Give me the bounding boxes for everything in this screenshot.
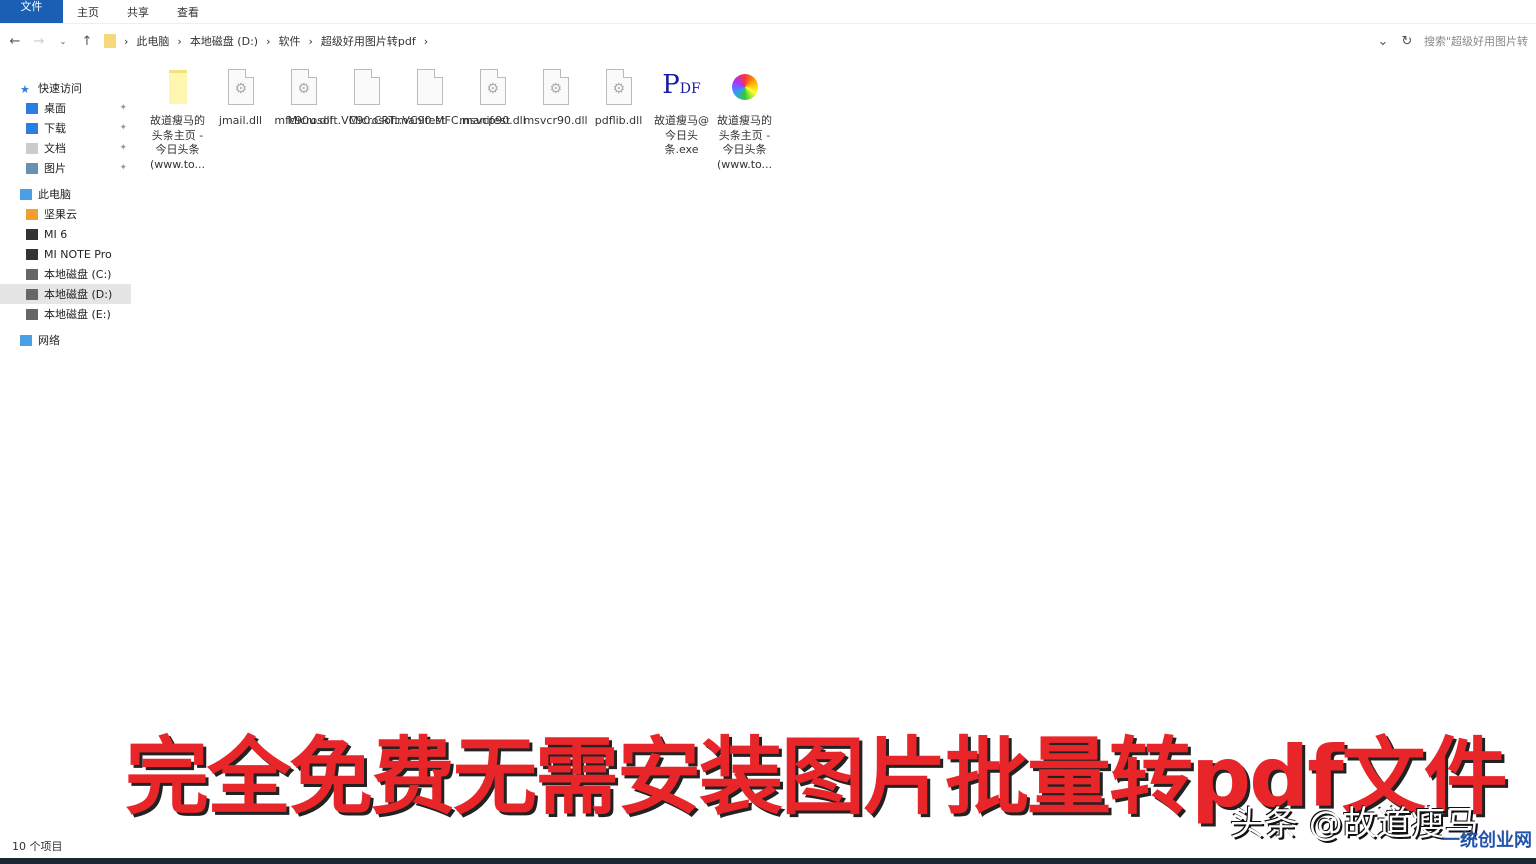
sidebar-item-label: MI NOTE Pro xyxy=(44,247,112,261)
sidebar-item-label: 文档 xyxy=(44,142,66,155)
sidebar-item-label: 桌面 xyxy=(44,102,66,115)
computer-icon xyxy=(20,188,32,200)
search-input[interactable]: 搜索"超级好用图片转pdf" xyxy=(1424,33,1528,49)
file-name: msvcr90.dll xyxy=(523,114,588,127)
sidebar-item-label: 本地磁盘 (E:) xyxy=(44,308,111,321)
star-icon: ★ xyxy=(20,82,30,96)
file-name: jmail.dll xyxy=(218,114,263,127)
file-name: 故道瘦马的头条主页 - 今日头条 (www.to... xyxy=(149,114,206,171)
sidebar-item[interactable]: 本地磁盘 (E:) xyxy=(0,304,131,324)
dll-icon: ⚙ xyxy=(478,68,508,106)
tab-2[interactable]: 共享 xyxy=(113,0,163,23)
up-icon[interactable]: ↑ xyxy=(80,34,94,49)
sidebar-item[interactable]: 网络 xyxy=(0,330,131,350)
shortcut-icon xyxy=(163,68,193,106)
sidebar-item-label: 下载 xyxy=(44,122,66,135)
tab-3[interactable]: 查看 xyxy=(163,0,213,23)
chevron-right-icon: › xyxy=(124,34,129,48)
taskbar xyxy=(0,858,1536,864)
breadcrumb-item[interactable]: 此电脑 xyxy=(136,33,169,49)
file-list: 故道瘦马的头条主页 - 今日头条 (www.to... ⚙ jmail.dll ⚙ mf… xyxy=(146,68,776,172)
network-icon xyxy=(20,334,32,346)
chevron-down-icon[interactable]: ⌄ xyxy=(1376,34,1390,49)
breadcrumb[interactable]: › 此电脑 › 本地磁盘 (D:) › 软件 › 超级好用图片转pdf › xyxy=(104,33,1366,49)
sidebar-item-label: 本地磁盘 (C:) xyxy=(44,268,112,281)
file-icon xyxy=(415,68,445,106)
sidebar-item-label: 网络 xyxy=(38,334,60,347)
site-watermark: 一统创业网 xyxy=(1442,830,1532,851)
sidebar-item[interactable]: ★ 快速访问 xyxy=(0,78,131,98)
recent-dropdown-icon[interactable]: ⌄ xyxy=(56,37,70,46)
chevron-right-icon: › xyxy=(308,34,313,48)
browser-icon xyxy=(730,68,760,106)
sidebar-item[interactable]: 文档 ✦ xyxy=(0,138,131,158)
tab-0[interactable]: 文件 xyxy=(0,0,63,23)
tab-1[interactable]: 主页 xyxy=(63,0,113,23)
drive-icon xyxy=(26,268,38,280)
file-item[interactable]: 故道瘦马的头条主页 - 今日头条 (www.to... xyxy=(713,68,776,172)
navigation-pane: ★ 快速访问桌面 ✦ 下载 ✦ 文档 ✦ 图片 ✦ 此电脑坚果云 MI 6 MI NOTE Pro 本地… xyxy=(0,72,131,350)
chevron-right-icon: › xyxy=(266,34,271,48)
breadcrumb-item[interactable]: 超级好用图片转pdf xyxy=(321,33,416,49)
document-icon xyxy=(26,142,38,154)
breadcrumb-item[interactable]: 软件 xyxy=(278,33,300,49)
sidebar-item-label: 此电脑 xyxy=(38,188,71,201)
file-icon xyxy=(352,68,382,106)
pin-icon: ✦ xyxy=(119,123,127,133)
file-item[interactable]: 故道瘦马的头条主页 - 今日头条 (www.to... xyxy=(146,68,209,172)
sidebar-item[interactable]: 本地磁盘 (C:) xyxy=(0,264,131,284)
sidebar-item[interactable]: 本地磁盘 (D:) xyxy=(0,284,131,304)
sidebar-item-label: 图片 xyxy=(44,162,66,175)
file-name: 故道瘦马@今日头条.exe xyxy=(654,114,709,156)
file-name: msvcp90.dll xyxy=(459,114,526,127)
file-item[interactable]: ⚙ pdflib.dll xyxy=(587,68,650,172)
folder-icon xyxy=(104,34,116,48)
forward-icon[interactable]: → xyxy=(32,34,46,49)
status-item-count: 10 个项目 xyxy=(12,840,63,853)
picture-icon xyxy=(26,162,38,174)
address-bar: ← → ⌄ ↑ › 此电脑 › 本地磁盘 (D:) › 软件 › 超级好用图片转pdf › ⌄ … xyxy=(0,24,1536,58)
desktop-icon xyxy=(26,102,38,114)
sidebar-item-label: 本地磁盘 (D:) xyxy=(44,288,113,301)
file-name: pdflib.dll xyxy=(594,114,643,127)
pin-icon: ✦ xyxy=(119,143,127,153)
sidebar-item[interactable]: 桌面 ✦ xyxy=(0,98,131,118)
pin-icon: ✦ xyxy=(119,163,127,173)
file-item[interactable]: Microsoft.VC90.MFC.manifest xyxy=(349,68,510,172)
sidebar-item[interactable]: MI NOTE Pro xyxy=(0,244,131,264)
sidebar-item-label: MI 6 xyxy=(44,227,68,241)
file-item[interactable]: ⚙ jmail.dll xyxy=(209,68,272,172)
pdf-app-icon: PDF xyxy=(662,70,701,100)
sidebar-item[interactable]: 此电脑 xyxy=(0,184,131,204)
chevron-right-icon: › xyxy=(177,34,182,48)
refresh-icon[interactable]: ↻ xyxy=(1400,34,1414,49)
file-item[interactable]: ⚙ msvcr90.dll xyxy=(523,68,588,172)
file-item[interactable]: PDF 故道瘦马@今日头条.exe xyxy=(650,68,713,172)
sidebar-item-label: 坚果云 xyxy=(44,208,77,221)
phone-icon xyxy=(26,228,38,240)
chevron-right-icon: › xyxy=(423,34,429,48)
dll-icon: ⚙ xyxy=(226,68,256,106)
phone-icon xyxy=(26,248,38,260)
dll-icon: ⚙ xyxy=(604,68,634,106)
sidebar-item[interactable]: 图片 ✦ xyxy=(0,158,131,178)
pin-icon: ✦ xyxy=(119,103,127,113)
back-icon[interactable]: ← xyxy=(8,34,22,49)
sidebar-item[interactable]: 坚果云 xyxy=(0,204,131,224)
file-item[interactable]: ⚙ msvcp90.dll xyxy=(459,68,526,172)
dll-icon: ⚙ xyxy=(289,68,319,106)
breadcrumb-item[interactable]: 本地磁盘 (D:) xyxy=(190,33,258,49)
dll-icon: ⚙ xyxy=(541,68,571,106)
download-icon xyxy=(26,122,38,134)
drive-icon xyxy=(26,308,38,320)
sidebar-item-label: 快速访问 xyxy=(38,82,82,95)
file-name: 故道瘦马的头条主页 - 今日头条 (www.to... xyxy=(716,114,773,171)
sidebar-item[interactable]: 下载 ✦ xyxy=(0,118,131,138)
drive-icon xyxy=(26,288,38,300)
sidebar-item[interactable]: MI 6 xyxy=(0,224,131,244)
nutstore-icon xyxy=(26,208,38,220)
ribbon: 文件 主页 共享 查看 xyxy=(0,0,1536,24)
